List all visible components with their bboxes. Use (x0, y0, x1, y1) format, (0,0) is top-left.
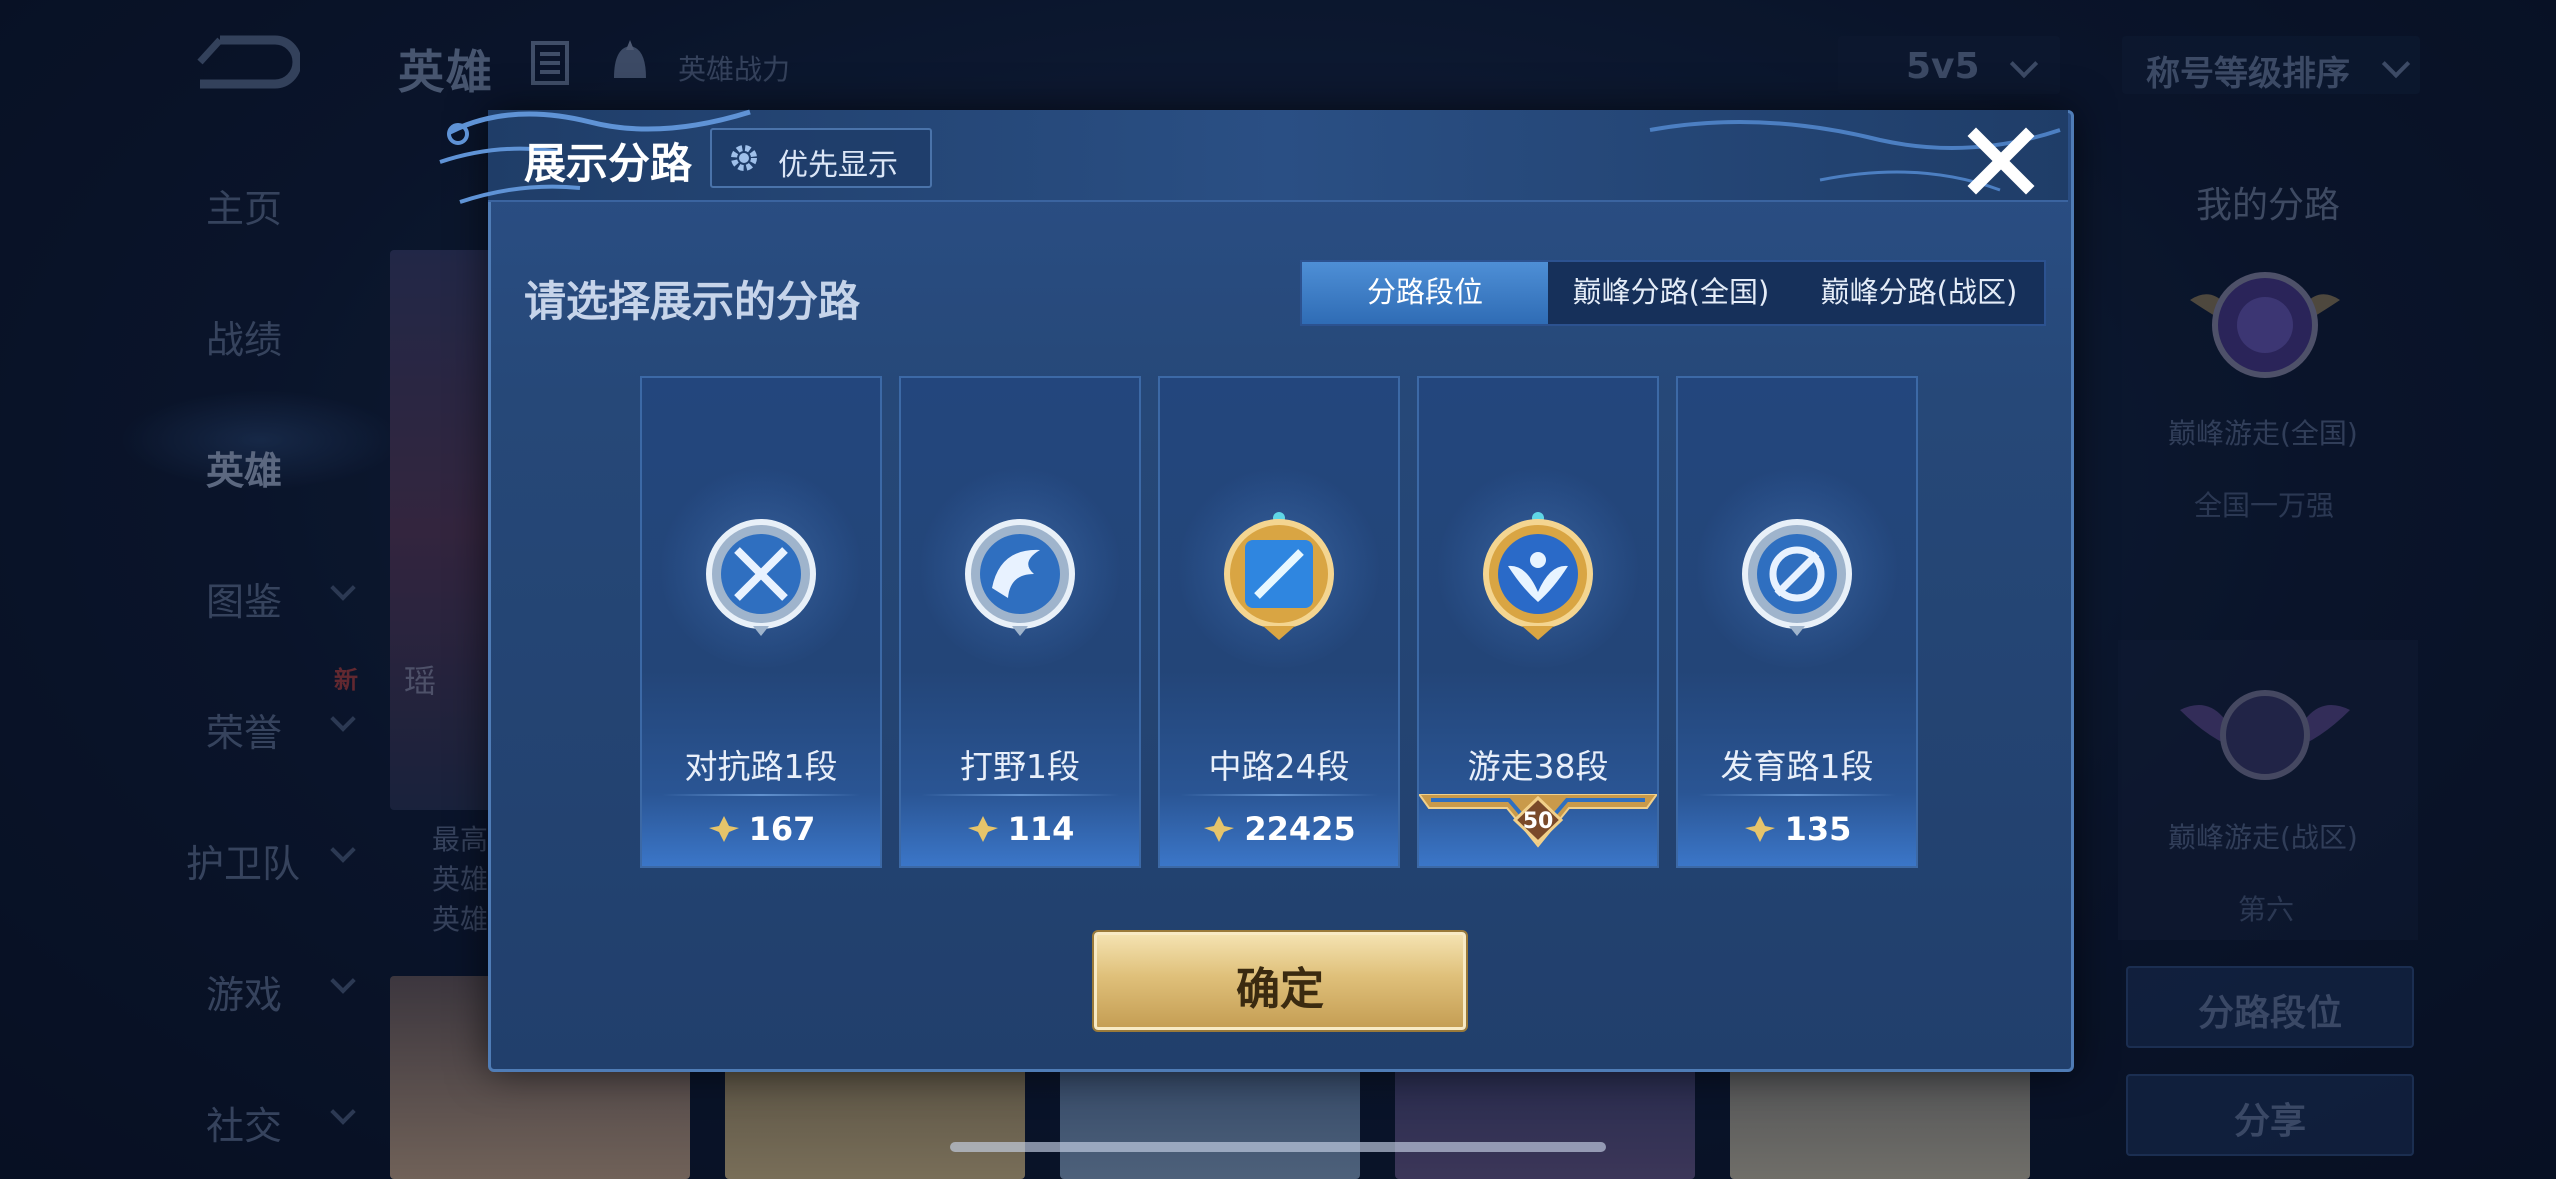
dialog-title: 展示分路 (524, 139, 693, 188)
home-indicator[interactable] (950, 1142, 1606, 1152)
lane-tabs: 分路段位 巅峰分路(全国) 巅峰分路(战区) (1300, 260, 2046, 326)
lane-score: 22425 (1160, 810, 1398, 848)
lane-score: 114 (901, 810, 1139, 848)
lane-star-icon (967, 816, 998, 842)
confirm-button-label: 确定 (1236, 964, 1324, 1015)
rank-ribbon: 50 (1419, 794, 1657, 848)
priority-display-label: 优先显示 (778, 148, 898, 183)
lane-card-farm[interactable]: 发育路1段 135 (1676, 376, 1918, 868)
lane-score: 135 (1678, 810, 1916, 848)
lane-name: 游走38段 (1467, 747, 1609, 786)
lane-name: 中路24段 (1208, 747, 1350, 786)
dialog-subtitle: 请选择展示的分路 (524, 277, 861, 326)
lane-score-value: 114 (1007, 810, 1075, 848)
tab-lane-rank[interactable]: 分路段位 (1302, 262, 1548, 324)
tab-peak-national[interactable]: 巅峰分路(全国) (1548, 262, 1794, 324)
rank-badge-number: 50 (1523, 809, 1554, 834)
divider (1698, 794, 1896, 796)
confirm-button[interactable]: 确定 (1094, 932, 1466, 1030)
lane-star-icon (1744, 816, 1775, 842)
lane-score-value: 22425 (1244, 810, 1356, 848)
lane-score-value: 135 (1784, 810, 1852, 848)
lane-score-value: 167 (748, 810, 816, 848)
target-icon (1742, 519, 1852, 636)
lane-name: 打野1段 (960, 747, 1080, 786)
tab-peak-region[interactable]: 巅峰分路(战区) (1794, 262, 2044, 324)
lane-name: 对抗路1段 (684, 747, 838, 786)
lane-card-mid[interactable]: 中路24段 22425 (1158, 376, 1400, 868)
lane-card-roam[interactable]: 游走38段 50 (1417, 376, 1659, 868)
lane-score: 167 (642, 810, 880, 848)
divider (662, 794, 860, 796)
crossed-swords-icon (706, 519, 816, 636)
lane-star-icon (708, 816, 739, 842)
lane-card-jungle[interactable]: 打野1段 114 (899, 376, 1141, 868)
lane-name: 发育路1段 (1720, 747, 1874, 786)
staff-icon (1224, 512, 1334, 640)
divider (921, 794, 1119, 796)
lane-star-icon (1204, 816, 1235, 842)
dragon-icon (965, 519, 1075, 636)
lane-card-clash[interactable]: 对抗路1段 167 (640, 376, 882, 868)
divider (1180, 794, 1378, 796)
priority-display-button[interactable]: 优先显示 (710, 128, 932, 188)
gear-icon (731, 145, 757, 171)
close-icon[interactable] (1966, 126, 2036, 196)
winged-shield-icon (1483, 512, 1593, 640)
